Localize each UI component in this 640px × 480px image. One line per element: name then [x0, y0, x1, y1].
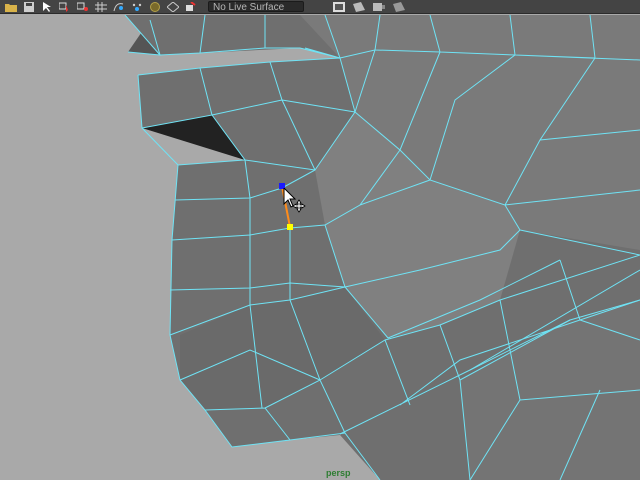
maya-app: No Live Surface persp	[0, 0, 640, 480]
render-icon[interactable]	[184, 1, 198, 12]
status-line-toolbar: No Live Surface	[0, 0, 640, 14]
select-tool-icon[interactable]	[40, 1, 54, 12]
folder-open-icon[interactable]	[4, 2, 18, 12]
snap-curve-icon[interactable]	[112, 2, 126, 12]
snap-grid-icon[interactable]	[94, 1, 108, 12]
live-surface-field[interactable]: No Live Surface	[208, 1, 304, 12]
history-icon[interactable]	[166, 1, 180, 12]
render-view-icon[interactable]	[332, 1, 346, 12]
polygon-mesh[interactable]	[0, 15, 640, 480]
perspective-viewport[interactable]: persp	[0, 15, 640, 480]
mesh-body	[125, 15, 640, 480]
paint-select-icon[interactable]	[76, 2, 90, 12]
save-icon[interactable]	[22, 1, 36, 12]
render-settings-icon[interactable]	[372, 2, 386, 12]
move-cursor-icon	[283, 188, 306, 213]
target-vertex[interactable]	[287, 224, 293, 230]
render-toolbar	[332, 1, 406, 12]
make-live-icon[interactable]	[148, 1, 162, 12]
ipr-render-icon[interactable]	[352, 1, 366, 12]
hypershade-icon[interactable]	[392, 1, 406, 12]
camera-label: persp	[326, 468, 351, 478]
lasso-icon[interactable]	[58, 2, 72, 12]
snap-point-icon[interactable]	[130, 2, 144, 12]
